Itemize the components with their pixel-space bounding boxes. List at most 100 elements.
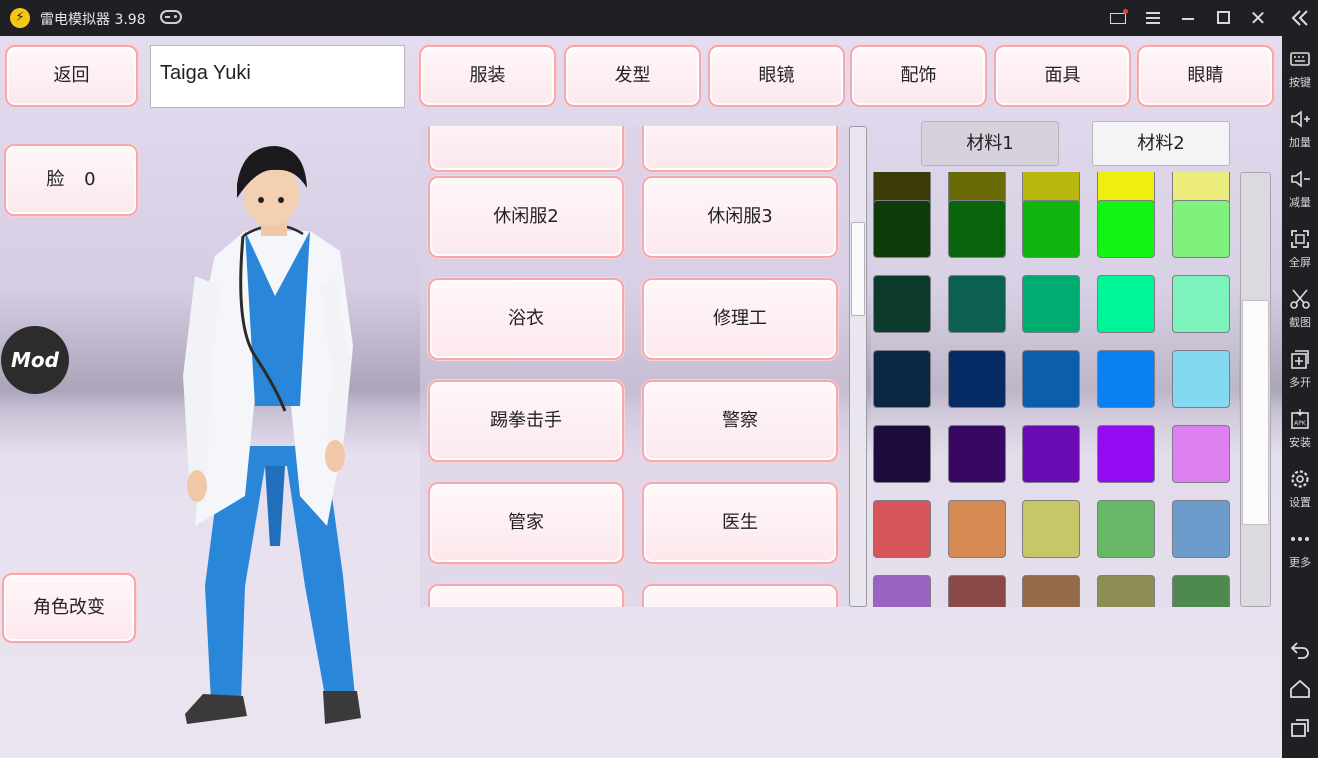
outfit-item-repairman[interactable]: 修理工	[642, 278, 838, 360]
outfit-item-police[interactable]: 警察	[642, 380, 838, 462]
mail-button[interactable]	[1106, 6, 1130, 30]
mail-icon	[1110, 13, 1126, 24]
color-swatch[interactable]	[1022, 575, 1080, 607]
close-button[interactable]: ✕	[1246, 6, 1270, 30]
color-swatch[interactable]	[1172, 575, 1230, 607]
color-swatch[interactable]	[948, 200, 1006, 258]
outfit-item-casual-3[interactable]: 休闲服3	[642, 176, 838, 258]
volume-down-icon	[1291, 170, 1310, 188]
character-name-input[interactable]: Taiga Yuki	[150, 45, 405, 108]
sidebar-item-volume-down[interactable]: 减量	[1282, 162, 1318, 218]
color-swatch[interactable]	[948, 275, 1006, 333]
minimize-button[interactable]	[1176, 6, 1200, 30]
sidebar-item-install-apk[interactable]: APK 安装	[1282, 402, 1318, 458]
sidebar-item-screenshot[interactable]: 截图	[1282, 282, 1318, 338]
color-swatch[interactable]	[873, 275, 931, 333]
outfit-item-kickboxer[interactable]: 踢拳击手	[428, 380, 624, 462]
mod-badge[interactable]: Mod	[1, 326, 69, 394]
tab-accessories[interactable]: 配饰	[850, 45, 987, 107]
gamepad-icon[interactable]	[160, 10, 182, 24]
sidebar-item-keymap[interactable]: 按键	[1282, 42, 1318, 98]
color-swatch[interactable]	[1097, 500, 1155, 558]
collapse-sidebar-icon[interactable]	[1290, 9, 1310, 27]
outfit-list-scrollbar[interactable]	[849, 126, 867, 607]
color-swatch[interactable]	[1022, 425, 1080, 483]
color-swatch[interactable]	[948, 500, 1006, 558]
outfit-item-casual-2[interactable]: 休闲服2	[428, 176, 624, 258]
tab-hairstyle[interactable]: 发型	[564, 45, 701, 107]
outfit-item[interactable]	[642, 126, 838, 172]
color-swatch[interactable]	[1097, 425, 1155, 483]
color-swatch[interactable]	[1172, 200, 1230, 258]
app-title: 雷电模拟器 3.98	[40, 12, 146, 28]
material-1-tab[interactable]: 材料1	[921, 121, 1059, 166]
color-swatch[interactable]	[948, 575, 1006, 607]
color-swatch[interactable]	[1172, 500, 1230, 558]
color-swatch[interactable]	[1022, 500, 1080, 558]
sidebar-item-settings[interactable]: 设置	[1282, 462, 1318, 518]
outfit-item-doctor[interactable]: 医生	[642, 482, 838, 564]
emulator-sidebar: 按键 加量 减量 全屏 截图 多开 APK 安装 设置 更多	[1282, 0, 1318, 758]
color-swatch[interactable]	[948, 350, 1006, 408]
sidebar-item-fullscreen[interactable]: 全屏	[1282, 222, 1318, 278]
color-swatch[interactable]	[1097, 200, 1155, 258]
color-palette-scrollbar[interactable]	[1240, 172, 1271, 607]
sidebar-item-label: 按键	[1289, 76, 1311, 89]
color-scrollbar-thumb[interactable]	[1242, 300, 1269, 525]
game-viewport: 返回 Taiga Yuki 服装 发型 眼镜 配饰 面具 眼睛 脸 0 Mod …	[0, 36, 1282, 758]
android-home-icon[interactable]	[1289, 678, 1311, 700]
outfit-item-butler[interactable]: 管家	[428, 482, 624, 564]
sidebar-item-label: 减量	[1289, 196, 1311, 209]
outfit-item[interactable]	[642, 584, 838, 607]
sidebar-item-more[interactable]: 更多	[1282, 522, 1318, 578]
tab-clothes[interactable]: 服装	[419, 45, 556, 107]
face-selector-button[interactable]: 脸 0	[4, 144, 138, 216]
outfit-item-yukata[interactable]: 浴衣	[428, 278, 624, 360]
tab-mask[interactable]: 面具	[994, 45, 1131, 107]
material-2-tab[interactable]: 材料2	[1092, 121, 1230, 166]
color-swatch[interactable]	[1097, 575, 1155, 607]
color-swatch[interactable]	[873, 200, 931, 258]
sidebar-item-label: 加量	[1289, 136, 1311, 149]
color-swatch[interactable]	[1022, 200, 1080, 258]
fullscreen-icon	[1291, 230, 1309, 248]
color-swatch[interactable]	[948, 425, 1006, 483]
outfit-item[interactable]	[428, 584, 624, 607]
android-recents-icon[interactable]	[1289, 717, 1311, 739]
color-swatch[interactable]	[873, 425, 931, 483]
sidebar-item-label: 安装	[1289, 436, 1311, 449]
maximize-icon	[1217, 11, 1230, 24]
app-logo-icon: ⚡	[10, 8, 30, 28]
hamburger-icon	[1146, 12, 1160, 24]
sidebar-item-label: 截图	[1289, 316, 1311, 329]
sidebar-item-multi-open[interactable]: 多开	[1282, 342, 1318, 398]
menu-button[interactable]	[1141, 6, 1165, 30]
change-character-button[interactable]: 角色改变	[2, 573, 136, 643]
color-swatch[interactable]	[1022, 275, 1080, 333]
color-palette-grid	[871, 172, 1239, 607]
color-swatch[interactable]	[1022, 350, 1080, 408]
color-swatch[interactable]	[1172, 275, 1230, 333]
color-swatch[interactable]	[1172, 425, 1230, 483]
multi-open-icon	[1291, 350, 1309, 369]
android-back-icon[interactable]	[1289, 638, 1311, 660]
outfit-scrollbar-thumb[interactable]	[851, 222, 865, 316]
color-swatch[interactable]	[1097, 275, 1155, 333]
keyboard-icon	[1290, 52, 1310, 66]
color-swatch[interactable]	[873, 500, 931, 558]
outfit-item[interactable]	[428, 126, 624, 172]
scissors-icon	[1290, 289, 1310, 309]
svg-text:APK: APK	[1294, 420, 1307, 427]
notification-dot	[1123, 9, 1128, 14]
tab-glasses[interactable]: 眼镜	[708, 45, 845, 107]
back-button[interactable]: 返回	[5, 45, 138, 107]
minimize-icon	[1182, 18, 1194, 20]
color-swatch[interactable]	[873, 575, 931, 607]
maximize-button[interactable]	[1211, 6, 1235, 30]
color-swatch[interactable]	[1172, 350, 1230, 408]
sidebar-item-volume-up[interactable]: 加量	[1282, 102, 1318, 158]
color-swatch[interactable]	[1097, 350, 1155, 408]
tab-eyes[interactable]: 眼睛	[1137, 45, 1274, 107]
volume-up-icon	[1291, 110, 1310, 128]
color-swatch[interactable]	[873, 350, 931, 408]
